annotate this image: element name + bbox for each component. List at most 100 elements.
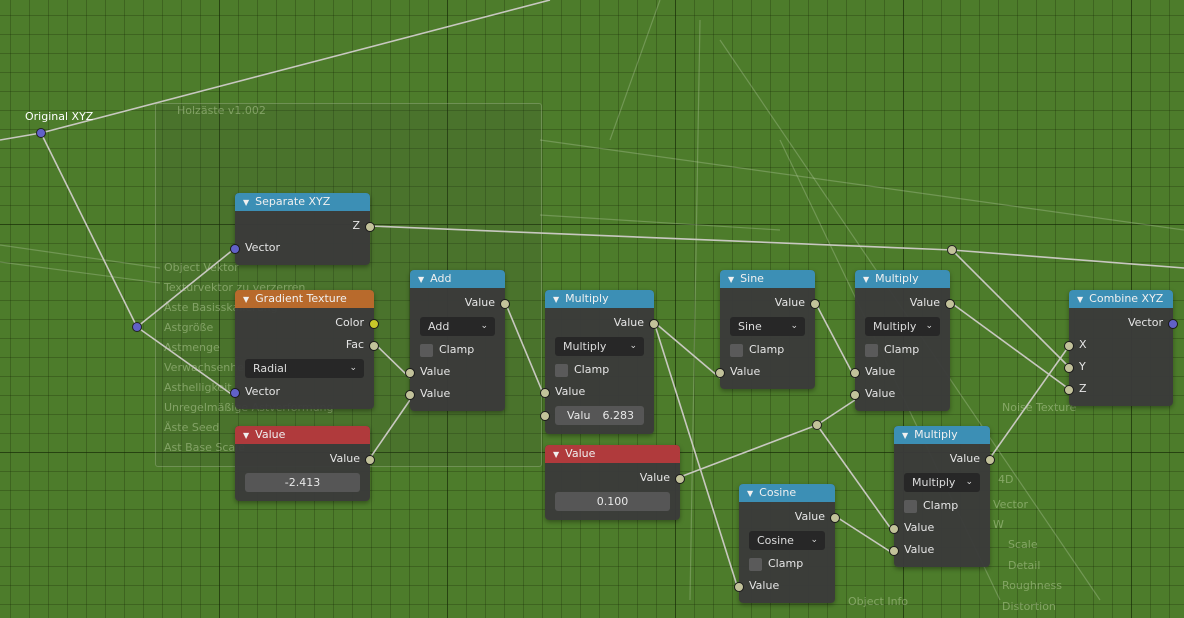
node-link[interactable] — [816, 399, 856, 426]
node-link[interactable] — [834, 515, 895, 555]
node-sine[interactable]: ▼ Sine Value Sine ⌄ Clamp Value — [715, 270, 820, 389]
dropdown-value: Radial — [253, 362, 287, 375]
checkbox-box[interactable] — [865, 343, 878, 357]
float-socket[interactable] — [540, 411, 550, 421]
clamp-checkbox[interactable]: Clamp — [739, 553, 835, 575]
collapse-triangle-icon[interactable]: ▼ — [902, 427, 908, 445]
node-link[interactable] — [951, 249, 1070, 368]
node-header[interactable]: ▼ Cosine — [739, 484, 835, 502]
float-socket[interactable] — [889, 546, 899, 556]
collapse-triangle-icon[interactable]: ▼ — [1077, 291, 1083, 309]
node-cosine[interactable]: ▼ Cosine Value Cosine ⌄ Clamp Value — [734, 484, 840, 603]
float-socket[interactable] — [850, 368, 860, 378]
node-gradient-texture[interactable]: ▼ Gradient Texture Color Fac Radial ⌄ Vector — [230, 290, 379, 409]
mode-dropdown[interactable]: Radial ⌄ — [245, 359, 364, 378]
node-multiply-1[interactable]: ▼ Multiply Value Multiply ⌄ Clamp Value Valu 6.2… — [540, 290, 659, 434]
vector-socket[interactable] — [1168, 319, 1178, 329]
node-header[interactable]: ▼ Combine XYZ — [1069, 290, 1173, 308]
float-socket[interactable] — [945, 299, 955, 309]
node-multiply-2[interactable]: ▼ Multiply Value Multiply ⌄ Clamp Value Value — [850, 270, 955, 411]
clamp-checkbox[interactable]: Clamp — [894, 495, 990, 517]
node-link[interactable] — [951, 249, 1184, 269]
node-link[interactable] — [40, 132, 138, 328]
float-socket[interactable] — [405, 390, 415, 400]
float-socket[interactable] — [675, 474, 685, 484]
checkbox-box[interactable] — [904, 499, 917, 513]
node-header[interactable]: ▼ Value — [545, 445, 680, 463]
float-socket[interactable] — [365, 222, 375, 232]
vector-socket[interactable] — [230, 244, 240, 254]
collapse-triangle-icon[interactable]: ▼ — [418, 271, 424, 289]
mode-dropdown[interactable]: Add ⌄ — [420, 317, 495, 336]
node-header[interactable]: ▼ Multiply — [545, 290, 654, 308]
node-link[interactable] — [653, 321, 721, 379]
float-socket[interactable] — [649, 319, 659, 329]
float-socket[interactable] — [830, 513, 840, 523]
mode-dropdown[interactable]: Multiply ⌄ — [555, 337, 644, 356]
collapse-triangle-icon[interactable]: ▼ — [243, 427, 249, 445]
node-header[interactable]: ▼ Gradient Texture — [235, 290, 374, 308]
float-socket[interactable] — [734, 582, 744, 592]
vector-socket[interactable] — [230, 388, 240, 398]
reroute-node[interactable] — [132, 322, 142, 332]
reroute-node[interactable] — [812, 420, 822, 430]
node-header[interactable]: ▼ Multiply — [855, 270, 950, 288]
node-separate-xyz[interactable]: ▼ Separate XYZ Z Vector — [230, 193, 375, 265]
checkbox-box[interactable] — [420, 343, 433, 357]
float-socket[interactable] — [1064, 385, 1074, 395]
clamp-checkbox[interactable]: Clamp — [720, 339, 815, 361]
float-socket[interactable] — [365, 455, 375, 465]
node-header[interactable]: ▼ Multiply — [894, 426, 990, 444]
collapse-triangle-icon[interactable]: ▼ — [863, 271, 869, 289]
reroute-node[interactable] — [36, 128, 46, 138]
collapse-triangle-icon[interactable]: ▼ — [243, 194, 249, 212]
value-field[interactable]: -2.413 — [245, 473, 360, 492]
node-link[interactable] — [0, 132, 42, 141]
float-socket[interactable] — [405, 368, 415, 378]
clamp-checkbox[interactable]: Clamp — [545, 359, 654, 381]
node-link[interactable] — [949, 301, 1070, 390]
node-link[interactable] — [679, 424, 818, 478]
node-add[interactable]: ▼ Add Value Add ⌄ Clamp Value Value — [405, 270, 510, 411]
mode-dropdown[interactable]: Sine ⌄ — [730, 317, 805, 336]
collapse-triangle-icon[interactable]: ▼ — [728, 271, 734, 289]
node-header[interactable]: ▼ Sine — [720, 270, 815, 288]
color-socket[interactable] — [369, 319, 379, 329]
checkbox-box[interactable] — [555, 363, 568, 377]
value-field[interactable]: 0.100 — [555, 492, 670, 511]
group-input-label: Ast Base Scale — [164, 441, 245, 454]
collapse-triangle-icon[interactable]: ▼ — [553, 446, 559, 464]
node-value-2[interactable]: ▼ Value Value 0.100 — [545, 445, 685, 520]
float-socket[interactable] — [889, 524, 899, 534]
float-socket[interactable] — [1064, 363, 1074, 373]
float-socket[interactable] — [810, 299, 820, 309]
checkbox-box[interactable] — [730, 343, 743, 357]
float-socket[interactable] — [369, 341, 379, 351]
node-value-1[interactable]: ▼ Value Value -2.413 — [235, 426, 375, 501]
collapse-triangle-icon[interactable]: ▼ — [553, 291, 559, 309]
float-socket[interactable] — [985, 455, 995, 465]
node-multiply-3[interactable]: ▼ Multiply Value Multiply ⌄ Clamp Value Value — [889, 426, 995, 567]
collapse-triangle-icon[interactable]: ▼ — [243, 291, 249, 309]
collapse-triangle-icon[interactable]: ▼ — [747, 485, 753, 503]
node-link[interactable] — [814, 301, 856, 379]
float-socket[interactable] — [500, 299, 510, 309]
float-socket[interactable] — [715, 368, 725, 378]
mode-dropdown[interactable]: Cosine ⌄ — [749, 531, 825, 550]
float-socket[interactable] — [1064, 341, 1074, 351]
node-header[interactable]: ▼ Add — [410, 270, 505, 288]
node-combine-xyz[interactable]: ▼ Combine XYZ Vector X Y Z — [1064, 290, 1178, 406]
clamp-checkbox[interactable]: Clamp — [855, 339, 950, 361]
float-socket[interactable] — [850, 390, 860, 400]
input-value: Value — [850, 383, 950, 405]
value-field[interactable]: Valu 6.283 — [555, 406, 644, 425]
clamp-checkbox[interactable]: Clamp — [410, 339, 505, 361]
output-value: Value — [855, 292, 955, 314]
node-header[interactable]: ▼ Separate XYZ — [235, 193, 370, 211]
node-header[interactable]: ▼ Value — [235, 426, 370, 444]
mode-dropdown[interactable]: Multiply ⌄ — [904, 473, 980, 492]
reroute-node[interactable] — [947, 245, 957, 255]
float-socket[interactable] — [540, 388, 550, 398]
checkbox-box[interactable] — [749, 557, 762, 571]
mode-dropdown[interactable]: Multiply ⌄ — [865, 317, 940, 336]
